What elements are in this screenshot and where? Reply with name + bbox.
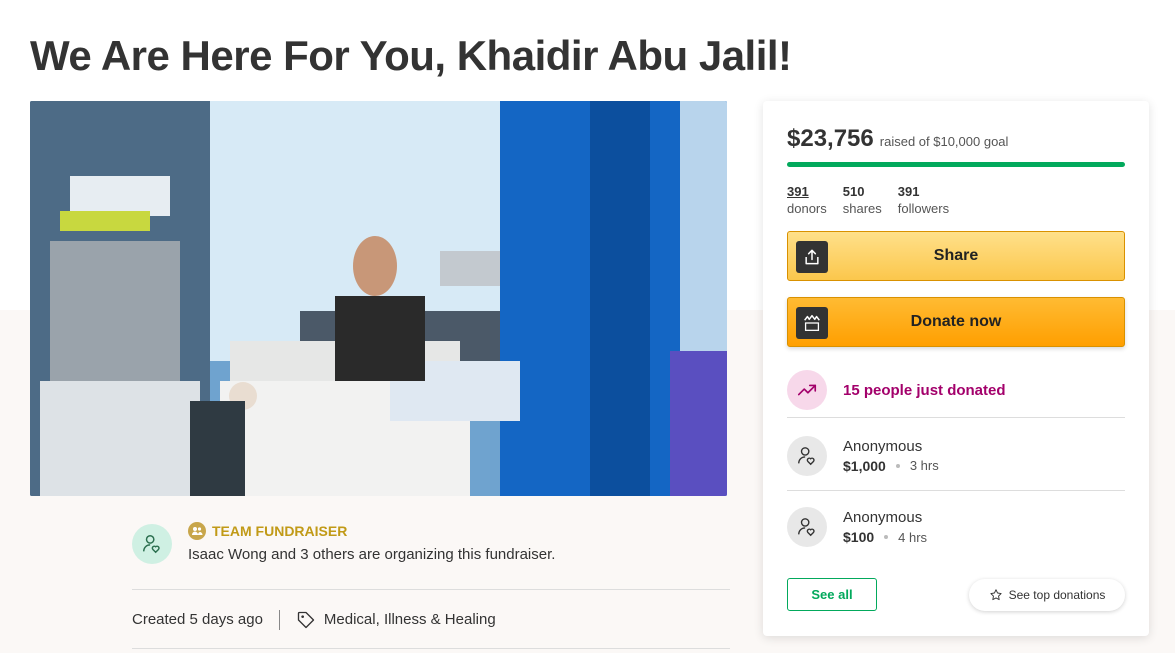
donation-amount: $100	[843, 529, 875, 545]
team-label-text: TEAM FUNDRAISER	[212, 523, 348, 539]
organizer-text: Isaac Wong and 3 others are organizing t…	[188, 546, 556, 563]
separator-dot	[895, 463, 900, 468]
stat-number: 510	[842, 184, 865, 199]
meta-row: Created 5 days ago Medical, Illness & He…	[132, 591, 730, 649]
donor-name: Anonymous	[843, 437, 923, 455]
donation-time: 3 hrs	[909, 458, 939, 473]
category-text[interactable]: Medical, Illness & Healing	[324, 611, 496, 628]
stat-label: donors	[787, 201, 827, 216]
donate-button[interactable]: Donate now	[787, 297, 1125, 347]
tag-icon	[297, 611, 315, 628]
donor-name: Anonymous	[843, 509, 923, 526]
category-tag[interactable]: Medical, Illness & Healing	[296, 610, 496, 630]
team-fundraiser-label: TEAM FUNDRAISER	[188, 522, 347, 540]
donate-label[interactable]: Donate now	[911, 313, 1002, 331]
share-label[interactable]: Share	[934, 247, 978, 265]
progress-fill	[787, 162, 1125, 167]
page-title: We Are Here For You, Khaidir Abu Jalil!	[30, 32, 792, 79]
see-top-label[interactable]: See top donations	[1009, 588, 1106, 602]
team-icon	[188, 522, 206, 540]
created-text: Created 5 days ago	[132, 611, 263, 628]
user-heart-icon	[787, 435, 827, 476]
stat-label: shares	[842, 201, 882, 216]
donation-time: 4 hrs	[898, 529, 928, 545]
see-all-button[interactable]: See all	[787, 578, 877, 611]
amount-raised: $23,756	[787, 125, 874, 152]
stats-row: 391 donors 510 shares 391 followers	[787, 183, 949, 217]
separator-dot	[884, 535, 889, 539]
donation-amount: $1,000	[843, 457, 886, 474]
stat-followers: 391 followers	[898, 183, 949, 217]
user-heart-icon	[143, 535, 160, 554]
donation-info: Anonymous $1,000 3 hrs	[843, 438, 939, 474]
recent-donations-trend: 15 people just donated	[787, 363, 1125, 418]
see-top-donations-button[interactable]: See top donations	[969, 579, 1125, 611]
trending-up-icon	[787, 370, 827, 410]
donation-card: $23,756 raised of $10,000 goal 391 donor…	[763, 101, 1149, 636]
progress-bar	[787, 162, 1125, 167]
donation-line: $1,000 3 hrs	[843, 458, 939, 474]
stat-number: 391	[897, 184, 920, 199]
organizer-section: TEAM FUNDRAISER Isaac Wong and 3 others …	[132, 520, 730, 590]
user-heart-icon	[787, 507, 827, 547]
star-icon	[990, 589, 1002, 601]
stat-number[interactable]: 391	[787, 183, 827, 200]
trend-text: 15 people just donated	[843, 381, 1006, 399]
gofundme-logo-icon	[796, 307, 828, 339]
organizer-avatar	[132, 524, 172, 564]
share-button[interactable]: Share	[787, 231, 1125, 281]
donation-item: Anonymous $1,000 3 hrs	[787, 421, 1125, 491]
donation-line: $100 4 hrs	[843, 529, 927, 545]
donation-item: Anonymous $100 4 hrs	[787, 492, 1125, 562]
amount-row: $23,756 raised of $10,000 goal	[787, 125, 1008, 153]
share-icon	[796, 241, 828, 273]
donation-info: Anonymous $100 4 hrs	[843, 509, 927, 545]
stat-shares: 510 shares	[843, 183, 882, 217]
goal-text: raised of $10,000 goal	[879, 134, 1009, 149]
hero-image	[30, 101, 727, 496]
meta-divider	[278, 609, 280, 630]
stat-donors[interactable]: 391 donors	[787, 183, 827, 217]
stat-label: followers	[897, 201, 950, 216]
